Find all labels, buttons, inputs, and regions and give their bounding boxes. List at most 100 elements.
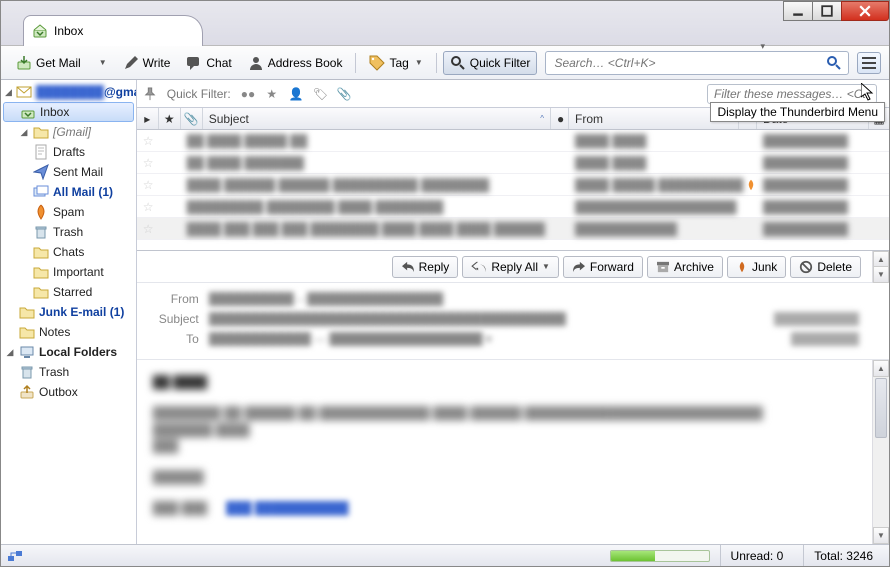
maximize-button[interactable] [812,1,842,21]
message-row[interactable]: ☆█████████ ████████ ████ ███████████████… [137,196,889,218]
local-trash[interactable]: Trash [1,362,136,382]
folder-icon [33,264,49,280]
folder-icon [19,324,35,340]
contact-filter-icon[interactable]: 👤 [289,87,303,101]
trash-icon [19,364,35,380]
reply-button[interactable]: Reply [392,256,459,278]
folder-sent[interactable]: Sent Mail [1,162,136,182]
tab-title: Inbox [54,24,83,38]
folder-inbox[interactable]: Inbox [3,102,134,122]
tab-inbox[interactable]: Inbox [23,15,203,46]
status-bar: Unread: 0 Total: 3246 [1,544,889,566]
preview-to-label: To [147,332,209,346]
quick-filter-button[interactable]: Quick Filter [443,51,538,75]
write-button[interactable]: Write [116,51,178,75]
online-icon[interactable] [7,549,23,563]
tooltip-app-menu: Display the Thunderbird Menu [710,102,885,122]
folder-trash[interactable]: Trash [1,222,136,242]
minimize-button[interactable] [783,1,813,21]
tag-filter-icon[interactable]: 🏷 [313,87,327,101]
app-menu-button[interactable] [857,52,881,74]
pencil-icon [123,55,139,71]
col-subject[interactable]: Subject^ [203,108,551,129]
folder-junk[interactable]: Junk E-mail (1) [1,302,136,322]
status-total: Total: 3246 [803,545,883,566]
hamburger-icon [862,57,876,69]
folder-gmail[interactable]: ◢ [Gmail] [1,122,136,142]
get-mail-dropdown[interactable]: ▼ [90,54,114,71]
folder-all-mail[interactable]: All Mail (1) [1,182,136,202]
search-icon [826,55,842,71]
account-row[interactable]: ◢ ████████@gmail.com [1,82,136,102]
message-row[interactable]: ☆██ ████ ███████████ ██████████████ [137,152,889,174]
tag-icon [369,55,385,71]
get-mail-button[interactable]: Get Mail [9,51,88,75]
preview-headers: From██████████ – ████████████████ Subjec… [137,283,889,360]
close-button[interactable] [841,1,889,21]
folder-drafts[interactable]: Drafts [1,142,136,162]
folder-tree: ◢ ████████@gmail.com Inbox ◢ [Gmail] Dra… [1,80,137,544]
all-mail-icon [33,184,49,200]
message-list: ☆██ ████ █████ ██████ ██████████████☆██ … [137,130,889,250]
folder-chats[interactable]: Chats [1,242,136,262]
global-search[interactable] [545,51,849,75]
message-row[interactable]: ☆████ ███ ███ ███ ████████ ████ ████ ███… [137,218,889,240]
delete-button[interactable]: Delete [790,256,861,278]
row-star[interactable]: ☆ [137,178,159,192]
preview-body-scrollbar[interactable]: ▲▼ [872,360,889,544]
pin-icon[interactable] [143,87,157,101]
outbox-icon [19,384,35,400]
junk-button[interactable]: Junk [727,256,786,278]
window-controls [784,1,889,21]
row-star[interactable]: ☆ [137,156,159,170]
preview-to-value: ████████████ — ██████████████████ ▾ [209,332,791,346]
message-row[interactable]: ☆██ ████ █████ ██████ ██████████████ [137,130,889,152]
inbox-icon [20,104,36,120]
row-star[interactable]: ☆ [137,200,159,214]
col-thread[interactable]: ▸ [137,108,159,129]
folder-starred[interactable]: Starred [1,282,136,302]
sent-icon [33,164,49,180]
folder-icon [33,244,49,260]
chat-button[interactable]: Chat [179,51,238,75]
preview-pane: Reply Reply All▼ Forward Archive Junk De… [137,250,889,544]
separator [436,53,437,73]
message-row[interactable]: ☆████ ██████ ██████ ██████████ █████████… [137,174,889,196]
reply-all-button[interactable]: Reply All▼ [462,256,559,278]
local-folders-row[interactable]: ◢ Local Folders [1,342,136,362]
col-read[interactable]: ● [551,108,569,129]
unread-dot-icon[interactable]: ●● [241,87,255,101]
preview-subject-label: Subject [147,312,209,326]
inbox-icon [32,23,48,39]
preview-actions-scrollbar[interactable]: ▲▼ [872,251,889,283]
address-book-button[interactable]: Address Book [241,51,350,75]
folder-icon [33,124,49,140]
forward-button[interactable]: Forward [563,256,643,278]
folder-notes[interactable]: Notes [1,322,136,342]
filter-messages-input[interactable] [707,84,877,104]
status-unread: Unread: 0 [720,545,794,566]
star-filter-icon[interactable]: ★ [265,87,279,101]
row-star[interactable]: ☆ [137,222,159,236]
magnify-icon [450,55,466,71]
search-input[interactable] [554,56,822,70]
tag-button[interactable]: Tag▼ [362,51,429,75]
folder-icon [19,304,35,320]
preview-from-label: From [147,292,209,306]
archive-button[interactable]: Archive [647,256,723,278]
drafts-icon [33,144,49,160]
folder-important[interactable]: Important [1,262,136,282]
col-attachment[interactable]: 📎 [181,108,203,129]
activity-progress [610,550,710,562]
computer-icon [19,344,35,360]
col-star[interactable]: ★ [159,108,181,129]
main-toolbar: Get Mail ▼ Write Chat Address Book Tag▼ … [1,46,889,80]
trash-icon [33,224,49,240]
local-outbox[interactable]: Outbox [1,382,136,402]
folder-icon [33,284,49,300]
row-star[interactable]: ☆ [137,134,159,148]
attachment-filter-icon[interactable]: 📎 [337,87,351,101]
chat-icon [186,55,202,71]
folder-spam[interactable]: Spam [1,202,136,222]
preview-from-value: ██████████ – ████████████████ [209,292,859,306]
